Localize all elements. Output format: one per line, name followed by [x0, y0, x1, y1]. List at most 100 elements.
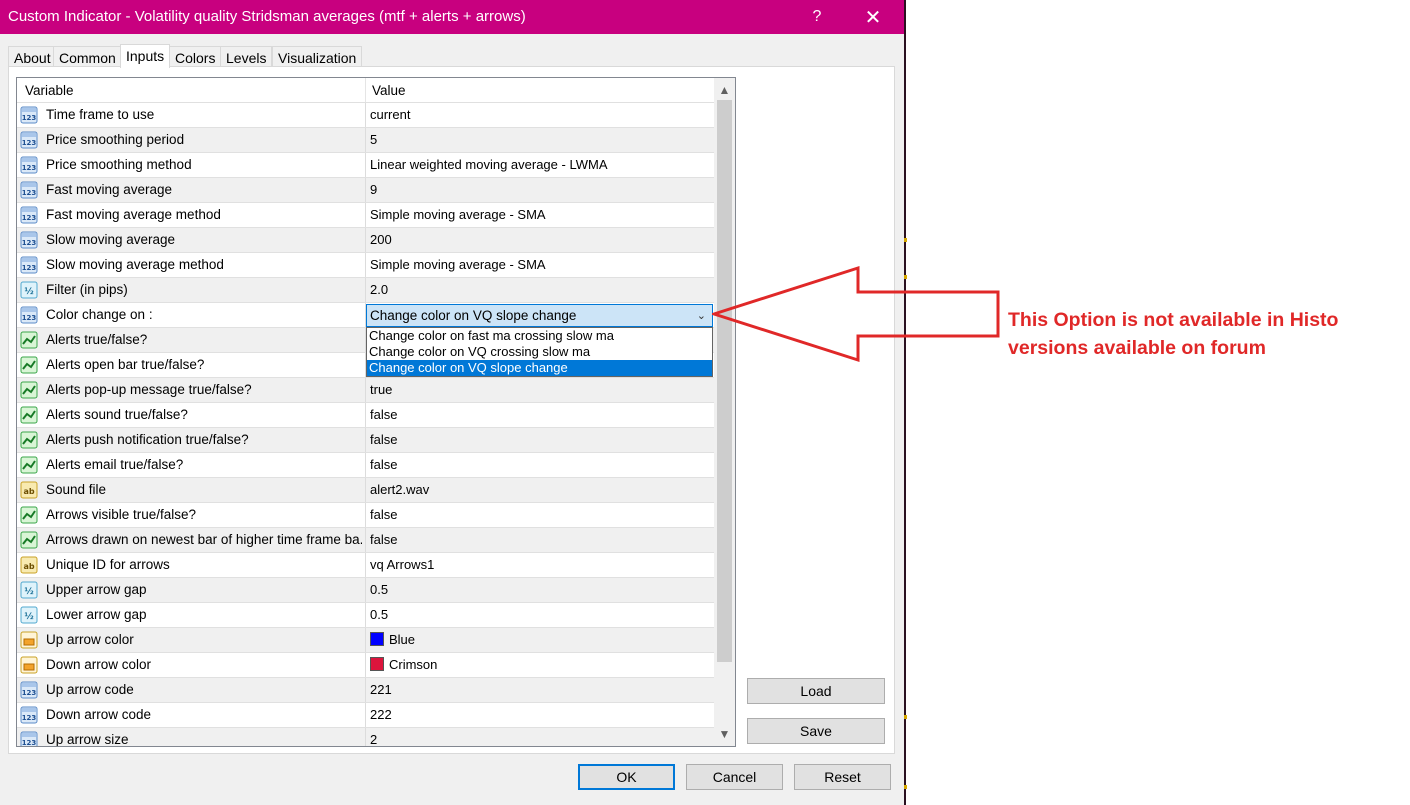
title-bar[interactable]: Custom Indicator - Volatility quality St…: [0, 0, 904, 34]
value-cell[interactable]: false: [370, 507, 397, 522]
value-cell[interactable]: 5: [370, 132, 377, 147]
table-row[interactable]: ½ Upper arrow gap 0.5: [17, 577, 714, 603]
table-row[interactable]: ab Sound file alert2.wav: [17, 477, 714, 503]
value-text: false: [370, 407, 398, 422]
value-cell[interactable]: false: [370, 432, 397, 447]
table-row[interactable]: ab Unique ID for arrows vq Arrows1: [17, 552, 714, 578]
color-change-select[interactable]: Change color on VQ slope change ⌄: [366, 304, 713, 327]
string-ab-icon: ab: [20, 556, 38, 574]
value-cell[interactable]: false: [370, 532, 397, 547]
vertical-scrollbar[interactable]: ▲ ▼: [714, 78, 735, 746]
grid-header: Variable Value: [17, 78, 714, 102]
table-row[interactable]: 123 Fast moving average 9: [17, 177, 714, 203]
table-row[interactable]: ½ Lower arrow gap 0.5: [17, 602, 714, 628]
color-icon: [20, 631, 38, 649]
table-row[interactable]: 123 Up arrow size 2: [17, 727, 714, 746]
value-cell[interactable]: 0.5: [370, 582, 388, 597]
close-button[interactable]: ✕: [850, 0, 896, 34]
select-value: Change color on VQ slope change: [370, 308, 577, 323]
value-cell[interactable]: 9: [370, 182, 377, 197]
table-row[interactable]: 123 Time frame to use current: [17, 102, 714, 128]
value-cell[interactable]: Simple moving average - SMA: [370, 257, 546, 272]
load-button[interactable]: Load: [747, 678, 885, 704]
table-row[interactable]: Down arrow color Crimson: [17, 652, 714, 678]
string-ab-icon: ab: [20, 481, 38, 499]
cancel-button[interactable]: Cancel: [686, 764, 783, 790]
reset-button[interactable]: Reset: [794, 764, 891, 790]
help-button[interactable]: ?: [794, 0, 840, 34]
table-row[interactable]: 123 Down arrow code 222: [17, 702, 714, 728]
value-text: 221: [370, 682, 392, 697]
table-row[interactable]: Arrows drawn on newest bar of higher tim…: [17, 527, 714, 553]
bool-icon: [20, 331, 38, 349]
table-row[interactable]: 123 Color change on : Change color on VQ s…: [17, 302, 714, 328]
dropdown-option[interactable]: Change color on fast ma crossing slow ma: [367, 328, 712, 344]
table-row[interactable]: Arrows visible true/false? false: [17, 502, 714, 528]
svg-text:123: 123: [22, 189, 37, 197]
value-text: Simple moving average - SMA: [370, 257, 546, 272]
int-123-icon: 123: [20, 231, 38, 249]
value-cell[interactable]: current: [370, 107, 410, 122]
header-value[interactable]: Value: [372, 83, 406, 98]
dropdown-option[interactable]: Change color on VQ crossing slow ma: [367, 344, 712, 360]
header-variable[interactable]: Variable: [25, 83, 74, 98]
table-row[interactable]: 123 Slow moving average 200: [17, 227, 714, 253]
double-half-icon: ½: [20, 581, 38, 599]
color-change-dropdown-list[interactable]: Change color on fast ma crossing slow ma…: [366, 327, 713, 377]
value-cell[interactable]: 222: [370, 707, 392, 722]
value-cell[interactable]: vq Arrows1: [370, 557, 434, 572]
table-row[interactable]: 123 Price smoothing method Linear weighted…: [17, 152, 714, 178]
chevron-down-icon[interactable]: ⌄: [697, 309, 706, 322]
table-row[interactable]: 123 Slow moving average method Simple movi…: [17, 252, 714, 278]
variable-name: Upper arrow gap: [46, 582, 147, 597]
value-text: 5: [370, 132, 378, 147]
table-row[interactable]: Alerts email true/false? false: [17, 452, 714, 478]
save-button[interactable]: Save: [747, 718, 885, 744]
table-row[interactable]: 123 Price smoothing period 5: [17, 127, 714, 153]
scroll-up-icon[interactable]: ▲: [714, 80, 735, 100]
value-text: vq Arrows1: [370, 557, 435, 572]
table-row[interactable]: ½ Filter (in pips) 2.0: [17, 277, 714, 303]
svg-text:123: 123: [22, 214, 37, 222]
bool-icon: [20, 506, 38, 524]
tab-colors[interactable]: Colors: [169, 46, 222, 68]
indicator-dialog: Custom Indicator - Volatility quality St…: [0, 0, 906, 805]
table-row[interactable]: Alerts sound true/false? false: [17, 402, 714, 428]
svg-text:½: ½: [24, 611, 33, 622]
value-cell[interactable]: false: [370, 457, 397, 472]
table-row[interactable]: 123 Fast moving average method Simple movi…: [17, 202, 714, 228]
value-cell[interactable]: Blue: [370, 632, 415, 647]
table-row[interactable]: 123 Up arrow code 221: [17, 677, 714, 703]
scroll-down-icon[interactable]: ▼: [714, 724, 735, 744]
value-cell[interactable]: Simple moving average - SMA: [370, 207, 546, 222]
tab-levels[interactable]: Levels: [220, 46, 273, 68]
ok-button[interactable]: OK: [578, 764, 675, 790]
svg-text:123: 123: [22, 689, 37, 697]
value-cell[interactable]: 221: [370, 682, 392, 697]
tab-common[interactable]: Common: [53, 46, 122, 68]
value-cell[interactable]: false: [370, 407, 397, 422]
variable-name: Price smoothing method: [46, 157, 192, 172]
value-cell[interactable]: alert2.wav: [370, 482, 429, 497]
value-cell[interactable]: 0.5: [370, 607, 388, 622]
variable-name: Alerts open bar true/false?: [46, 357, 205, 372]
tab-visualization[interactable]: Visualization: [272, 46, 363, 68]
table-row[interactable]: Alerts push notification true/false? fals…: [17, 427, 714, 453]
value-cell[interactable]: 2: [370, 732, 377, 746]
value-cell[interactable]: 2.0: [370, 282, 388, 297]
value-text: false: [370, 532, 398, 547]
scroll-thumb[interactable]: [717, 100, 732, 662]
int-123-icon: 123: [20, 256, 38, 274]
svg-text:123: 123: [22, 239, 37, 247]
double-half-icon: ½: [20, 281, 38, 299]
tab-about[interactable]: About: [8, 46, 57, 68]
dropdown-option-selected[interactable]: Change color on VQ slope change: [367, 360, 712, 376]
value-cell[interactable]: true: [370, 382, 392, 397]
value-cell[interactable]: 200: [370, 232, 392, 247]
value-cell[interactable]: Crimson: [370, 657, 437, 672]
table-row[interactable]: Alerts pop-up message true/false? true: [17, 377, 714, 403]
variable-name: Time frame to use: [46, 107, 155, 122]
value-cell[interactable]: Linear weighted moving average - LWMA: [370, 157, 608, 172]
table-row[interactable]: Up arrow color Blue: [17, 627, 714, 653]
tab-inputs[interactable]: Inputs: [120, 44, 171, 68]
